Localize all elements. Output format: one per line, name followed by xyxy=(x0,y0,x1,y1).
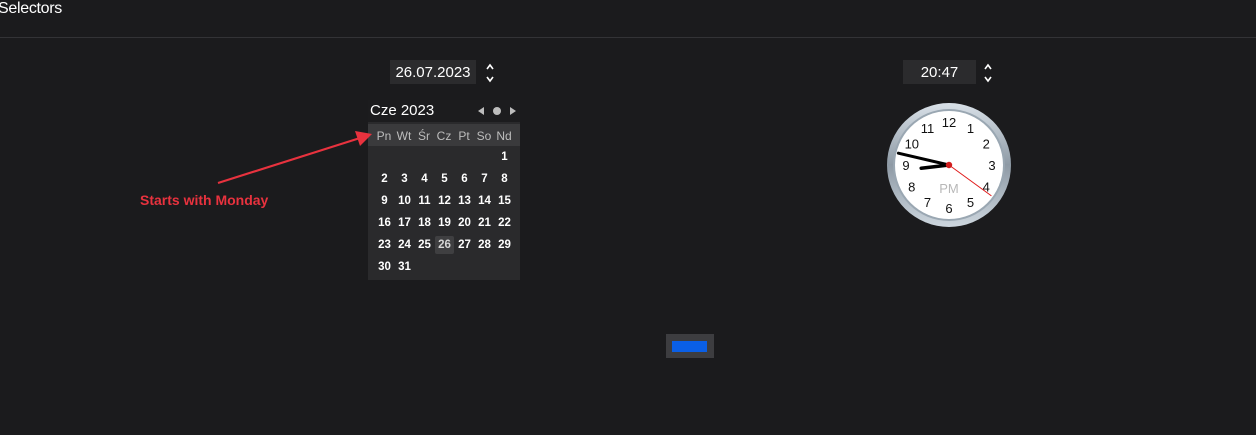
clock-numeral: 5 xyxy=(967,195,974,210)
time-spin-up-icon[interactable] xyxy=(982,60,994,72)
calendar-day[interactable]: 7 xyxy=(475,170,494,188)
calendar-day[interactable]: 29 xyxy=(495,236,514,254)
calendar-day[interactable]: 27 xyxy=(455,236,474,254)
clock-period-label: PM xyxy=(939,181,959,196)
calendar-day[interactable]: 10 xyxy=(395,192,414,210)
weekday-label: Pt xyxy=(458,129,470,143)
weekday-label: Śr xyxy=(418,129,430,143)
clock-numeral: 2 xyxy=(983,137,990,152)
date-spin-down-icon[interactable] xyxy=(484,72,496,84)
calendar-day[interactable]: 8 xyxy=(495,170,514,188)
blue-button-fill xyxy=(672,341,707,352)
calendar-day[interactable]: 25 xyxy=(415,236,434,254)
weekday-label: So xyxy=(476,129,492,143)
clock-numeral: 10 xyxy=(905,137,919,152)
calendar-day[interactable]: 31 xyxy=(395,258,414,276)
calendar-day[interactable]: 17 xyxy=(395,214,414,232)
calendar-day[interactable]: 6 xyxy=(455,170,474,188)
calendar-day[interactable]: 5 xyxy=(435,170,454,188)
today-dot-icon[interactable] xyxy=(491,104,503,118)
calendar-day[interactable]: 24 xyxy=(395,236,414,254)
clock-numeral: 1 xyxy=(967,121,974,136)
calendar-day[interactable]: 20 xyxy=(455,214,474,232)
title-divider xyxy=(0,37,1256,38)
weekday-label: Nd xyxy=(496,129,512,143)
calendar-day[interactable]: 9 xyxy=(375,192,394,210)
calendar-day[interactable]: 16 xyxy=(375,214,394,232)
clock-numeral: 11 xyxy=(921,121,935,136)
calendar-weekdays: Pn Wt Śr Cz Pt So Nd xyxy=(368,124,520,146)
calendar-header: Cze 2023 xyxy=(368,100,520,122)
calendar-day[interactable]: 19 xyxy=(435,214,454,232)
annotation-arrow-icon xyxy=(217,131,372,185)
analog-clock: 12 1 2 3 4 5 6 7 8 9 10 11 PM xyxy=(886,102,1012,228)
calendar-day[interactable]: 1 xyxy=(495,148,514,166)
calendar-day[interactable]: 4 xyxy=(415,170,434,188)
clock-numeral: 7 xyxy=(924,195,931,210)
date-spin-up-icon[interactable] xyxy=(484,60,496,72)
calendar-day[interactable]: 12 xyxy=(435,192,454,210)
time-spin-down-icon[interactable] xyxy=(982,72,994,84)
calendar: Cze 2023 Pn Wt Śr Cz Pt So Nd 1234567891… xyxy=(368,100,520,280)
calendar-day[interactable]: 18 xyxy=(415,214,434,232)
calendar-day[interactable]: 14 xyxy=(475,192,494,210)
annotation-label: Starts with Monday xyxy=(140,192,269,208)
time-input[interactable]: 20:47 xyxy=(903,60,976,84)
prev-month-icon[interactable] xyxy=(475,104,487,118)
next-month-icon[interactable] xyxy=(507,104,519,118)
time-spin-buttons[interactable] xyxy=(982,60,994,84)
clock-numeral: 8 xyxy=(908,180,915,195)
calendar-day[interactable]: 11 xyxy=(415,192,434,210)
date-spin-buttons[interactable] xyxy=(484,60,496,84)
calendar-day[interactable]: 22 xyxy=(495,214,514,232)
calendar-day[interactable]: 3 xyxy=(395,170,414,188)
blue-button[interactable] xyxy=(666,334,714,358)
calendar-month-label[interactable]: Cze 2023 xyxy=(370,102,434,119)
calendar-day[interactable]: 15 xyxy=(495,192,514,210)
clock-numeral: 6 xyxy=(945,201,952,216)
clock-numeral: 9 xyxy=(902,158,909,173)
calendar-day[interactable]: 28 xyxy=(475,236,494,254)
clock-numeral: 12 xyxy=(942,115,956,130)
weekday-label: Wt xyxy=(396,129,412,143)
calendar-day[interactable]: 13 xyxy=(455,192,474,210)
clock-center-dot xyxy=(945,161,953,169)
calendar-day[interactable]: 23 xyxy=(375,236,394,254)
date-input[interactable]: 26.07.2023 xyxy=(390,60,476,84)
window-title: Selectors xyxy=(0,0,62,17)
weekday-label: Cz xyxy=(436,129,452,143)
calendar-day[interactable]: 21 xyxy=(475,214,494,232)
clock-numeral: 3 xyxy=(988,158,995,173)
calendar-day-selected[interactable]: 26 xyxy=(435,236,454,254)
calendar-day[interactable]: 30 xyxy=(375,258,394,276)
